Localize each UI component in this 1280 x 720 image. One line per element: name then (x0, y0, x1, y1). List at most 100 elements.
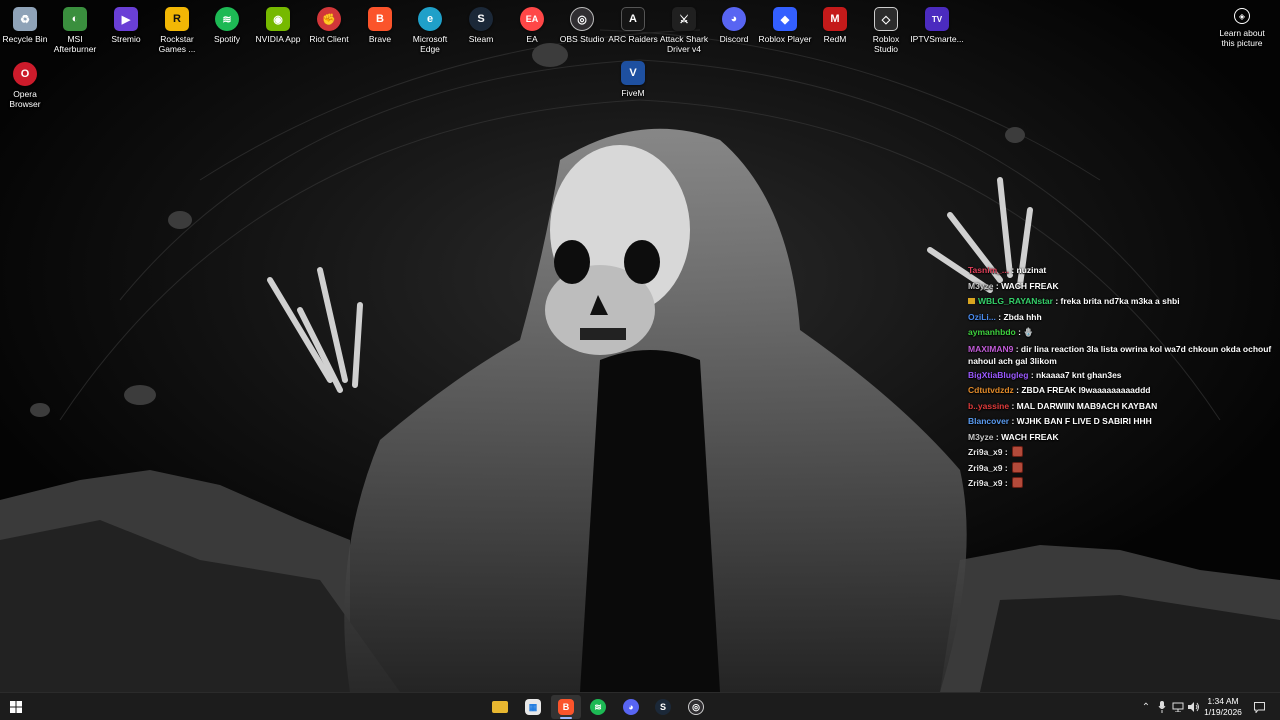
fivem-icon: V (621, 61, 645, 85)
chat-emote-icon (1012, 446, 1024, 457)
notifications-icon (1253, 701, 1265, 713)
tray-network[interactable] (1170, 693, 1186, 720)
desktop-icon-opera-browser[interactable]: O Opera Browser (0, 57, 50, 109)
nvidia-app-icon: ◉ (266, 7, 290, 31)
chat-message: Zri9a_x9 : (968, 476, 1280, 492)
chat-username: M3yze (968, 431, 994, 442)
desktop-icon-discord[interactable]: ◕ Discord (707, 2, 761, 44)
desktop-icon-attack-shark[interactable]: ⚔ Attack Shark Driver v4 (657, 2, 711, 54)
arc-raiders-icon: A (621, 7, 645, 31)
opera-browser-icon: O (13, 62, 37, 86)
iptv-smarters-icon: TV (925, 7, 949, 31)
edge-icon: e (418, 7, 442, 31)
chat-text: freka brita nd7ka m3ka a shbi (1060, 296, 1180, 306)
chat-text: 🪬 (1023, 327, 1034, 337)
desktop-icon-obs-studio[interactable]: ◎ OBS Studio (555, 2, 609, 44)
chat-text: WACH FREAK (1001, 431, 1059, 442)
taskbar-app-spotify[interactable]: ≋ (583, 695, 613, 719)
learn-about-picture-label: Learn about this picture (1219, 28, 1265, 48)
chat-message: Blancover : WJHK BAN F LIVE D SABIRI HHH (968, 416, 1152, 426)
chat-text: nkaaaa7 knt ghan3es (1036, 369, 1122, 380)
discord-icon: ◕ (623, 699, 639, 715)
desktop-icon-arc-raiders[interactable]: A ARC Raiders (606, 2, 660, 44)
stream-chat-overlay: Tasnim_... : nuzinat M3yze : WACH FREAK … (968, 263, 1280, 492)
subscriber-badge-icon (968, 298, 975, 304)
notifications-button[interactable] (1250, 693, 1268, 720)
chat-message: WBLG_RAYANstar : freka brita nd7ka m3ka … (968, 294, 1280, 310)
chat-username: WBLG_RAYANstar (978, 296, 1053, 306)
taskbar-app-discord[interactable]: ◕ (616, 695, 646, 719)
recycle-bin-icon: ♻ (13, 7, 37, 31)
taskbar-clock[interactable]: 1:34 AM 1/19/2026 (1198, 696, 1248, 718)
tray-overflow-button[interactable]: ⌃ (1138, 693, 1154, 720)
chat-username: MAXIMAN9 (968, 343, 1014, 354)
chat-username: Blancover (968, 416, 1010, 426)
taskbar-app-brave[interactable]: B (551, 695, 581, 719)
roblox-player-icon: ◆ (773, 7, 797, 31)
clock-time: 1:34 AM (1207, 696, 1239, 706)
folder-icon (492, 701, 508, 713)
chat-username: BigXtiaBlugleg (968, 369, 1029, 380)
desktop-icon-microsoft-edge[interactable]: e Microsoft Edge (403, 2, 457, 54)
chat-text: WJHK BAN F LIVE D SABIRI HHH (1016, 416, 1152, 426)
desktop-icon-nvidia-app[interactable]: ◉ NVIDIA App (251, 2, 305, 44)
chat-message: M3yze : WACH FREAK (968, 431, 1059, 442)
learn-about-picture[interactable]: ◈ Learn about this picture (1212, 4, 1272, 48)
desktop-icon-msi-afterburner[interactable]: ◐ MSI Afterburner (48, 2, 102, 54)
desktop-icon-iptv-smarters[interactable]: TV IPTVSmarte... (910, 2, 964, 44)
taskbar-app-microsoft-store[interactable]: ▦ (518, 695, 548, 719)
steam-icon: S (655, 699, 671, 715)
desktop-icon-redm[interactable]: M RedM (808, 2, 862, 44)
desktop-icon-label: Opera Browser (9, 89, 41, 109)
spotify-icon: ≋ (215, 7, 239, 31)
roblox-studio-icon: ◇ (874, 7, 898, 31)
tray-microphone[interactable] (1154, 693, 1170, 720)
windows-start-icon (10, 701, 22, 713)
chat-username: OziLi... (968, 311, 996, 322)
desktop-icon-rockstar-games[interactable]: R Rockstar Games ... (150, 2, 204, 54)
chevron-up-icon: ⌃ (1141, 701, 1151, 713)
clock-date: 1/19/2026 (1204, 707, 1242, 717)
brave-icon: B (558, 699, 574, 715)
chat-text: Zbda hhh (1003, 311, 1042, 322)
msi-afterburner-icon: ◐ (63, 7, 87, 31)
obs-studio-icon: ◎ (570, 7, 594, 31)
chat-username: aymanhbdo (968, 327, 1016, 337)
chat-message: OziLi... : Zbda hhh (968, 311, 1042, 322)
chat-username: Zri9a_x9 (968, 462, 1003, 473)
chat-text: MAL DARWIIN MAB9ACH KAYBAN (1016, 400, 1158, 411)
chat-text: WACH FREAK (1001, 280, 1059, 291)
desktop-icon-riot-client[interactable]: ✊ Riot Client (302, 2, 356, 44)
chat-message: b..yassine : MAL DARWIIN MAB9ACH KAYBAN (968, 400, 1158, 411)
chat-message: Zri9a_x9 : (968, 461, 1280, 477)
riot-client-icon: ✊ (317, 7, 341, 31)
discord-icon: ◕ (722, 7, 746, 31)
taskbar: ▦ B ≋ ◕ S ◎ ⌃ 1:34 AM 1/19/2026 (0, 692, 1280, 720)
desktop-icon-recycle-bin[interactable]: ♻ Recycle Bin (0, 2, 50, 44)
desktop-icon-fivem[interactable]: V FiveM (606, 56, 660, 98)
chat-message: aymanhbdo : 🪬 (968, 327, 1034, 337)
chat-username: Tasnim_... (968, 265, 1009, 275)
spotify-icon: ≋ (590, 699, 606, 715)
store-icon: ▦ (525, 699, 541, 715)
desktop-icon-label: IPTVSmarte... (910, 34, 964, 44)
taskbar-app-file-explorer[interactable] (485, 695, 515, 719)
desktop-icon-steam[interactable]: S Steam (454, 2, 508, 44)
taskbar-app-obs-studio[interactable]: ◎ (681, 695, 711, 719)
desktop-icon-roblox-studio[interactable]: ◇ Roblox Studio (859, 2, 913, 54)
taskbar-app-steam[interactable]: S (648, 695, 678, 719)
chat-message: MAXIMAN9 : dir lina reaction 3la lista o… (968, 343, 1272, 366)
chat-message: Cdtutvdzdz : ZBDA FREAK l9waaaaaaaaaddd (968, 385, 1151, 395)
start-button[interactable] (0, 693, 32, 720)
attack-shark-icon: ⚔ (672, 7, 696, 31)
chat-message: M3yze : WACH FREAK (968, 280, 1059, 291)
chat-username: M3yze (968, 280, 994, 291)
chat-username: Zri9a_x9 (968, 447, 1003, 457)
obs-studio-icon: ◎ (688, 699, 704, 715)
chat-text: dir lina reaction 3la lista owrina kol w… (968, 343, 1272, 366)
chat-emote-icon (1012, 477, 1024, 488)
chat-message: BigXtiaBlugleg : nkaaaa7 knt ghan3es (968, 369, 1122, 380)
desktop-icon-label: FiveM (621, 88, 645, 98)
desktop-icon-stremio[interactable]: ▶ Stremio (99, 2, 153, 44)
desktop-icon-spotify[interactable]: ≋ Spotify (200, 2, 254, 44)
